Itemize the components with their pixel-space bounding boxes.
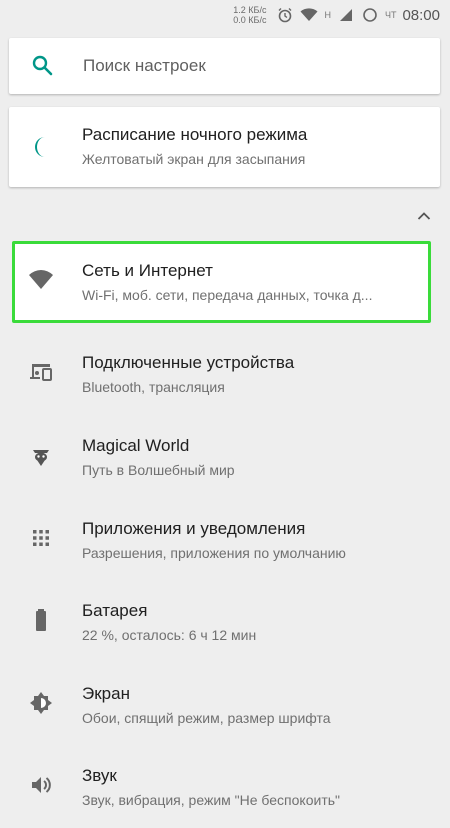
settings-item-magical-world[interactable]: Magical World Путь в Волшебный мир — [0, 416, 450, 498]
settings-item-sound[interactable]: Звук Звук, вибрация, режим "Не беспокоит… — [0, 746, 450, 828]
collapse-suggestions-button[interactable] — [412, 205, 436, 229]
clock: 08:00 — [402, 6, 440, 24]
settings-item-connected-devices[interactable]: Подключенные устройства Bluetooth, транс… — [0, 333, 450, 415]
settings-item-subtitle: Bluetooth, трансляция — [82, 379, 225, 395]
suggestion-subtitle: Желтоватый экран для засыпания — [82, 151, 306, 167]
settings-item-network[interactable]: Сеть и Интернет Wi-Fi, моб. сети, переда… — [0, 241, 450, 323]
settings-item-subtitle: Обои, спящий режим, размер шрифта — [82, 710, 331, 726]
battery-icon — [28, 607, 54, 633]
alarm-clock-icon — [276, 6, 294, 24]
network-speed: 1.2 КБ/с 0.0 КБ/с — [233, 5, 266, 25]
settings-item-subtitle: Звук, вибрация, режим "Не беспокоить" — [82, 792, 340, 808]
network-type-label: H — [324, 10, 331, 20]
night-mode-suggestion[interactable]: Расписание ночного режима Желтоватый экр… — [9, 107, 440, 187]
status-bar: 1.2 КБ/с 0.0 КБ/с H ЧТ 08:00 — [0, 0, 450, 30]
search-bar[interactable]: Поиск настроек — [9, 38, 440, 94]
settings-item-title: Сеть и Интернет — [82, 261, 213, 280]
brightness-icon — [28, 690, 54, 716]
wizard-icon — [28, 442, 54, 468]
suggestion-title: Расписание ночного режима — [82, 125, 308, 144]
volume-icon — [28, 772, 54, 798]
settings-item-subtitle: 22 %, осталось: 6 ч 12 мин — [82, 627, 257, 643]
settings-item-title: Magical World — [82, 436, 190, 455]
settings-item-title: Приложения и уведомления — [82, 519, 306, 538]
settings-item-title: Подключенные устройства — [82, 353, 295, 372]
settings-item-subtitle: Разрешения, приложения по умолчанию — [82, 545, 346, 561]
search-icon — [31, 54, 53, 76]
speed-up: 1.2 КБ/с — [233, 5, 267, 15]
wifi-status-icon — [300, 6, 318, 24]
moon-icon — [29, 135, 53, 159]
settings-item-display[interactable]: Экран Обои, спящий режим, размер шрифта — [0, 664, 450, 746]
settings-item-subtitle: Wi-Fi, моб. сети, передача данных, точка… — [82, 287, 373, 303]
settings-item-title: Экран — [82, 684, 130, 703]
speed-down: 0.0 КБ/с — [233, 15, 267, 25]
settings-item-subtitle: Путь в Волшебный мир — [82, 462, 235, 478]
settings-item-title: Батарея — [82, 601, 148, 620]
apps-grid-icon — [28, 525, 54, 551]
settings-item-battery[interactable]: Батарея 22 %, осталось: 6 ч 12 мин — [0, 581, 450, 663]
battery-status-icon — [361, 6, 379, 24]
settings-item-title: Звук — [82, 766, 117, 785]
search-placeholder: Поиск настроек — [83, 56, 206, 75]
wifi-icon — [28, 267, 54, 293]
signal-icon — [337, 6, 355, 24]
settings-item-apps-notifications[interactable]: Приложения и уведомления Разрешения, при… — [0, 499, 450, 581]
day-label: ЧТ — [384, 10, 397, 20]
devices-icon — [28, 359, 54, 385]
chevron-up-icon — [417, 208, 431, 226]
